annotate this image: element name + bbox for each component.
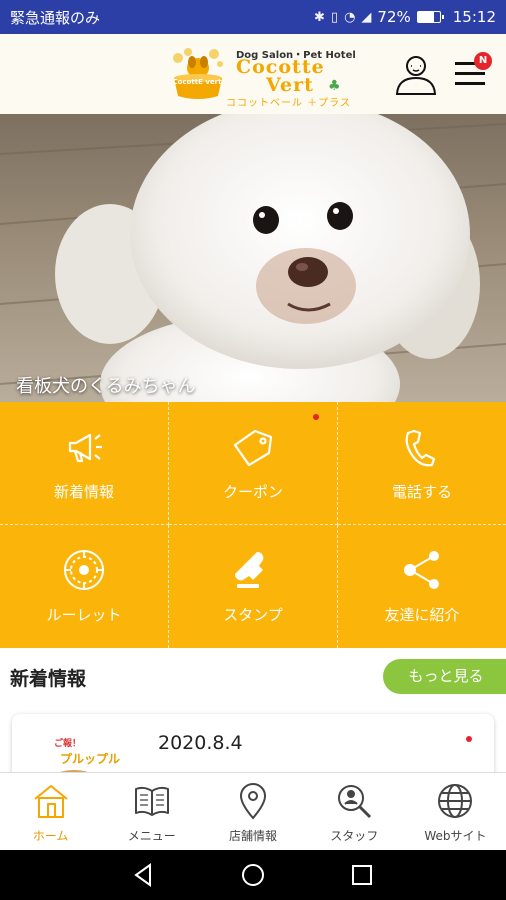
bottom-nav: ホーム メニュー 店舗情報 スタッフ Webサイト xyxy=(0,772,506,850)
battery-icon xyxy=(416,11,444,23)
home-circle-icon[interactable] xyxy=(239,861,267,889)
bluetooth-icon: ✱ xyxy=(314,9,325,25)
nav-website[interactable]: Webサイト xyxy=(405,773,506,850)
clover-icon: ♣ xyxy=(328,78,341,94)
logo-dog-icon xyxy=(173,48,223,99)
nav-home[interactable]: ホーム xyxy=(0,773,101,850)
nav-staff[interactable]: スタッフ xyxy=(304,773,405,850)
logo[interactable]: CocottE vert Dog Salon・Pet Hotel Cocotte… xyxy=(168,42,356,109)
dog-photo xyxy=(0,114,506,402)
nav-label: 店舗情報 xyxy=(229,829,278,843)
stamp-icon xyxy=(234,551,264,588)
nav-store-info[interactable]: 店舗情報 xyxy=(202,773,303,850)
coupon-icon xyxy=(233,429,273,466)
status-icons: ✱ ▯ ◔ ◢ 72% 15:12 xyxy=(314,8,496,26)
logo-kana: ココットベール ＋プラス xyxy=(226,98,351,109)
more-button[interactable]: もっと見る xyxy=(383,659,506,694)
feature-grid: 新着情報 クーポン 電話する ルーレット スタンプ 友達に紹介 xyxy=(0,402,506,648)
logo-name-2: Vert xyxy=(266,74,314,96)
clock: 15:12 xyxy=(452,8,496,26)
tile-phone[interactable]: 電話する xyxy=(338,402,506,525)
back-icon[interactable] xyxy=(130,861,158,889)
tile-label: スタンプ xyxy=(223,606,283,624)
staff-search-icon xyxy=(338,785,372,819)
tile-label: 電話する xyxy=(391,482,452,501)
hero-caption: 看板犬のくるみちゃん xyxy=(16,376,196,397)
megaphone-icon xyxy=(68,433,102,462)
thumb-text-1: ご報！ xyxy=(54,739,82,749)
menu-book-icon xyxy=(134,786,169,816)
map-pin-icon xyxy=(239,783,267,820)
tile-label: 新着情報 xyxy=(53,482,114,501)
wifi-icon: ◔ xyxy=(344,9,356,25)
status-bar: 緊急通報のみ ✱ ▯ ◔ ◢ 72% 15:12 xyxy=(0,0,506,34)
tile-label: クーポン xyxy=(222,482,283,501)
tile-share[interactable]: 友達に紹介 xyxy=(338,525,506,648)
signal-icon: ◢ xyxy=(361,9,372,25)
nav-label: スタッフ xyxy=(330,829,379,843)
recent-apps-icon[interactable] xyxy=(348,861,376,889)
system-nav-bar xyxy=(0,850,506,900)
tile-news[interactable]: 新着情報 xyxy=(0,402,169,525)
hero-banner[interactable]: 看板犬のくるみちゃん xyxy=(0,114,506,402)
status-text: 緊急通報のみ xyxy=(10,8,101,27)
user-icon[interactable] xyxy=(394,52,438,96)
battery-percent: 72% xyxy=(377,8,411,26)
tile-coupon[interactable]: クーポン xyxy=(169,402,338,525)
tile-roulette[interactable]: ルーレット xyxy=(0,525,169,648)
phone-icon xyxy=(405,429,436,466)
roulette-icon xyxy=(64,550,104,590)
news-date: 2020.8.4 xyxy=(158,732,243,754)
battery-level xyxy=(417,12,434,22)
share-icon xyxy=(404,551,439,589)
notification-badge: N xyxy=(474,52,492,70)
app-header: CocottE vert Dog Salon・Pet Hotel Cocotte… xyxy=(0,34,506,114)
home-icon xyxy=(33,785,68,818)
thumb-text-2: プルップル xyxy=(60,752,121,766)
tile-label: ルーレット xyxy=(46,606,122,624)
nav-label: メニュー xyxy=(127,829,176,843)
nav-menu[interactable]: メニュー xyxy=(101,773,202,850)
tile-stamp[interactable]: スタンプ xyxy=(169,525,338,648)
nav-label: ホーム xyxy=(32,829,69,843)
news-section-title: 新着情報 xyxy=(10,668,87,690)
globe-icon xyxy=(438,784,473,818)
unread-dot xyxy=(313,414,319,420)
tile-label: 友達に紹介 xyxy=(384,606,460,624)
unread-dot xyxy=(466,736,472,742)
vibrate-icon: ▯ xyxy=(330,9,339,25)
nav-label: Webサイト xyxy=(424,829,487,843)
logo-badge: CocottE vert xyxy=(172,78,222,86)
